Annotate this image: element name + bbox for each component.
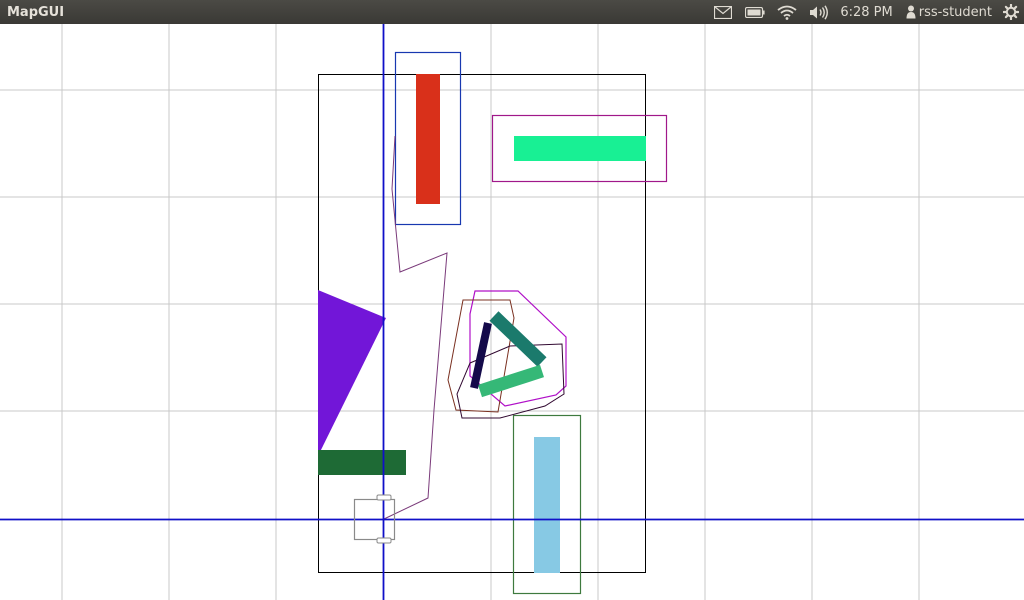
mail-icon[interactable] [712, 0, 734, 24]
user-icon [906, 0, 916, 24]
gear-icon[interactable] [1002, 0, 1020, 24]
volume-icon[interactable] [808, 0, 830, 24]
red-obstacle [416, 74, 440, 204]
mint-obstacle [514, 136, 646, 161]
light-blue-obstacle [534, 437, 560, 573]
grid [0, 24, 1024, 600]
indicator-area: 6:28 PM rss-student [712, 0, 1024, 24]
user-menu[interactable]: rss-student [906, 0, 992, 24]
violet-obstacle [318, 290, 386, 456]
navy-obstacle [470, 322, 492, 389]
wifi-icon[interactable] [776, 0, 798, 24]
map-canvas[interactable] [0, 24, 1024, 600]
dark-green-obstacle [318, 450, 406, 475]
clock[interactable]: 6:28 PM [840, 5, 892, 20]
app-title: MapGUI [7, 4, 65, 20]
sea-green-obstacle [478, 364, 544, 398]
top-panel: MapGUI 6:28 PM rss-student [0, 0, 1024, 24]
teal-obstacle [489, 311, 547, 367]
user-name: rss-student [918, 4, 992, 20]
battery-icon[interactable] [744, 0, 766, 24]
